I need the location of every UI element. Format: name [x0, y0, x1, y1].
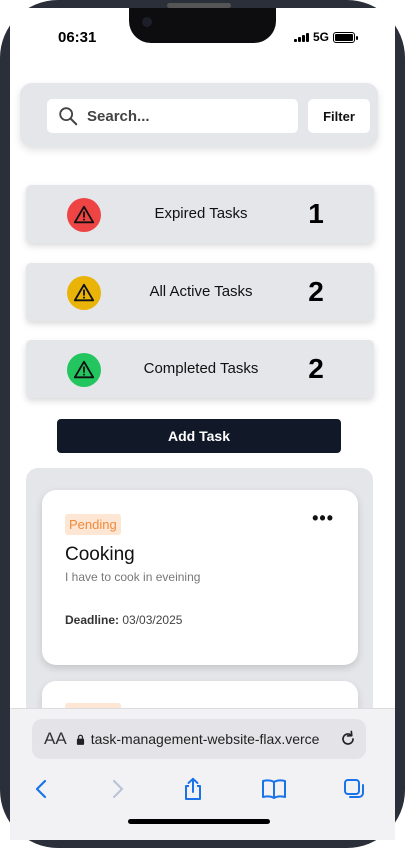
status-indicators: 5G: [293, 30, 358, 44]
notch: [129, 8, 276, 43]
task-title: Cooking: [65, 544, 135, 565]
deadline-label: Deadline:: [65, 613, 120, 627]
camera-icon: [142, 17, 152, 27]
stat-label: All Active Tasks: [149, 283, 253, 300]
share-button[interactable]: [179, 775, 207, 803]
task-list: Pending ••• Cooking I have to cook in ev…: [26, 468, 373, 741]
speaker-grille: [167, 3, 231, 8]
stat-count: 2: [308, 276, 324, 307]
browser-toolbar: AA task-management-website-flax.verce: [10, 708, 395, 840]
stat-label: Expired Tasks: [154, 205, 248, 222]
browser-nav: [10, 771, 395, 807]
warning-icon: [67, 353, 101, 387]
status-badge: Pending: [65, 514, 121, 535]
forward-button[interactable]: [103, 775, 131, 803]
share-icon: [185, 777, 201, 800]
signal-icon: [293, 32, 309, 42]
book-icon: [262, 779, 286, 799]
tabs-button[interactable]: [340, 775, 368, 803]
network-label: 5G: [312, 30, 329, 44]
add-task-button[interactable]: Add Task: [57, 419, 341, 453]
chevron-left-icon: [35, 779, 47, 799]
expired-tasks-card[interactable]: Expired Tasks 1: [26, 185, 374, 243]
completed-tasks-card[interactable]: Completed Tasks 2: [26, 340, 374, 398]
search-input[interactable]: [87, 107, 287, 125]
text-size-button[interactable]: AA: [44, 729, 67, 749]
page-content: Filter Expired Tasks 1 All Active Tasks …: [10, 58, 395, 741]
stat-count: 2: [308, 353, 324, 384]
reload-icon[interactable]: [338, 729, 358, 749]
warning-icon: [67, 276, 101, 310]
tabs-icon: [344, 779, 364, 798]
url-text: task-management-website-flax.verce: [90, 731, 320, 747]
active-tasks-card[interactable]: All Active Tasks 2: [26, 263, 374, 321]
task-card[interactable]: Pending ••• Cooking I have to cook in ev…: [42, 490, 358, 665]
back-button[interactable]: [28, 775, 56, 803]
more-options-icon[interactable]: •••: [312, 508, 334, 529]
lock-icon: [76, 734, 84, 745]
search-box[interactable]: [47, 99, 298, 133]
stat-label: Completed Tasks: [143, 360, 259, 377]
address-bar[interactable]: AA task-management-website-flax.verce: [32, 719, 366, 759]
filter-button[interactable]: Filter: [308, 99, 370, 133]
chevron-right-icon: [112, 779, 124, 799]
deadline-value: 03/03/2025: [122, 613, 183, 627]
search-panel: Filter: [20, 83, 378, 147]
battery-icon: [333, 31, 358, 43]
warning-icon: [67, 198, 101, 232]
search-icon: [59, 107, 78, 126]
status-time: 06:31: [58, 29, 97, 46]
bookmarks-button[interactable]: [260, 775, 288, 803]
task-description: I have to cook in eveining: [65, 570, 201, 584]
stat-count: 1: [308, 198, 324, 229]
home-indicator: [128, 819, 270, 824]
task-deadline: Deadline: 03/03/2025: [65, 613, 182, 627]
